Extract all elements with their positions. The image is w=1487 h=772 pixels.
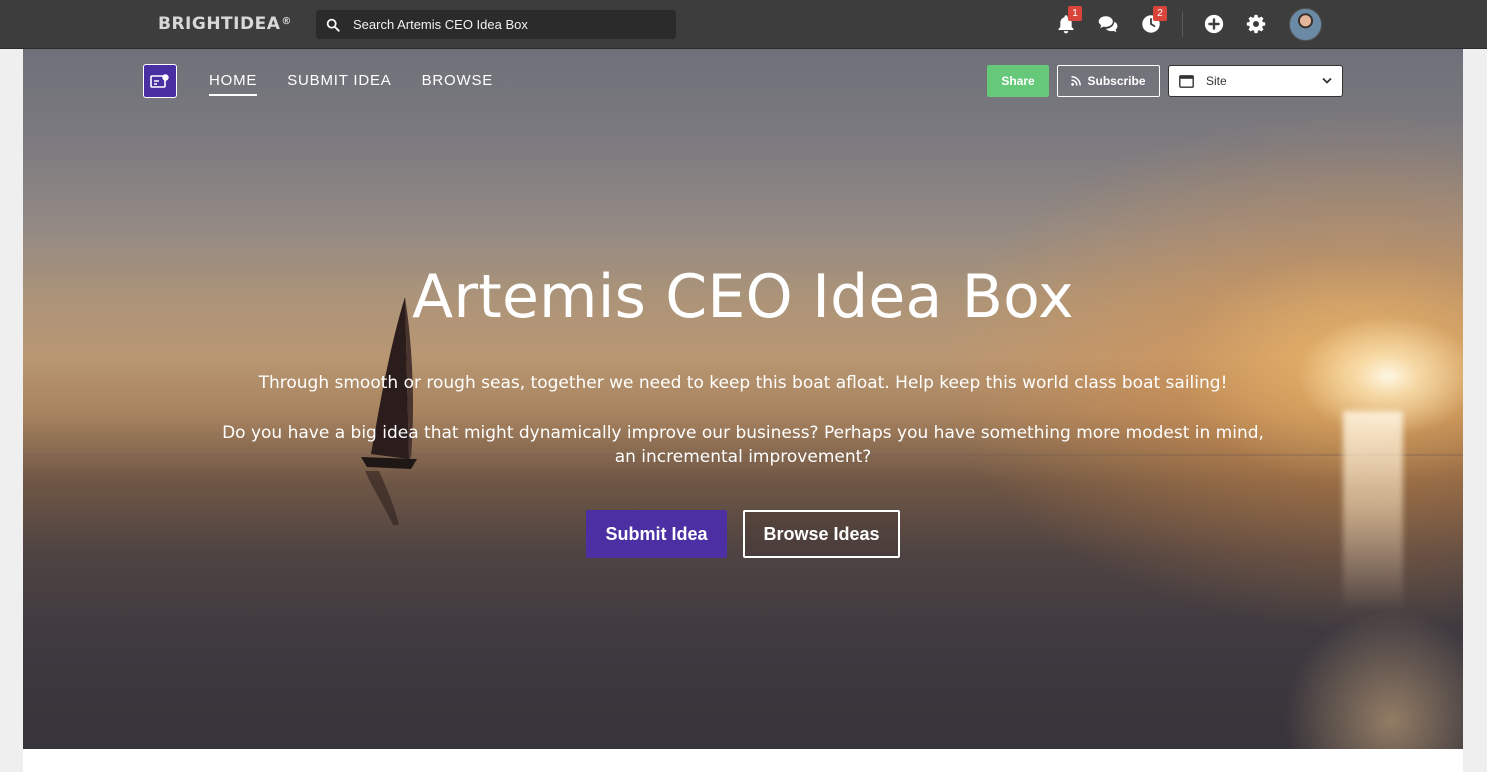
gear-icon — [1246, 14, 1266, 34]
rss-icon — [1071, 76, 1082, 86]
browse-ideas-button[interactable]: Browse Ideas — [743, 510, 900, 558]
nav-home[interactable]: HOME — [209, 72, 258, 96]
notifications-button[interactable]: 1 — [1052, 6, 1082, 38]
calendar-icon — [1179, 74, 1194, 88]
site-select[interactable]: Site — [1168, 65, 1343, 97]
idea-box-logo[interactable] — [143, 64, 177, 98]
chevron-down-icon — [1322, 77, 1332, 84]
content-area — [23, 749, 1463, 772]
hero-nav: HOME SUBMIT IDEA BROWSE — [209, 72, 493, 96]
create-button[interactable] — [1200, 10, 1228, 38]
hero-description: Do you have a big idea that might dynami… — [222, 423, 1264, 467]
user-avatar[interactable] — [1289, 8, 1322, 41]
notification-badge: 1 — [1068, 6, 1082, 21]
brightidea-logo[interactable]: BRIGHTIDEA ® — [158, 12, 292, 36]
submit-idea-button[interactable]: Submit Idea — [586, 510, 727, 558]
search-input[interactable] — [353, 17, 653, 32]
chat-icon — [1098, 16, 1118, 33]
share-button[interactable]: Share — [987, 65, 1049, 97]
global-search[interactable] — [316, 10, 676, 39]
hero-tagline: Through smooth or rough seas, together w… — [258, 373, 1228, 393]
brand-text: BRIGHTIDEA — [158, 14, 281, 34]
plus-circle-icon — [1204, 14, 1224, 34]
activity-button[interactable]: 2 — [1137, 6, 1167, 38]
subscribe-button[interactable]: Subscribe — [1057, 65, 1160, 97]
topbar-divider — [1182, 12, 1183, 37]
water-glints — [1283, 609, 1463, 749]
hero-banner: HOME SUBMIT IDEA BROWSE Share Subscribe … — [23, 49, 1463, 749]
activity-badge: 2 — [1153, 6, 1167, 21]
messages-button[interactable] — [1094, 10, 1122, 38]
global-topbar: BRIGHTIDEA ® 1 2 — [0, 0, 1487, 49]
sun-reflection — [1343, 411, 1403, 611]
subscribe-label: Subscribe — [1087, 74, 1146, 88]
idea-box-icon — [150, 74, 169, 88]
brand-mark: ® — [281, 15, 292, 27]
settings-button[interactable] — [1242, 10, 1270, 38]
search-icon — [326, 18, 340, 32]
site-select-value: Site — [1206, 74, 1227, 88]
nav-submit-idea[interactable]: SUBMIT IDEA — [287, 72, 391, 96]
nav-browse[interactable]: BROWSE — [422, 72, 493, 96]
page-title: Artemis CEO Idea Box — [412, 262, 1074, 332]
